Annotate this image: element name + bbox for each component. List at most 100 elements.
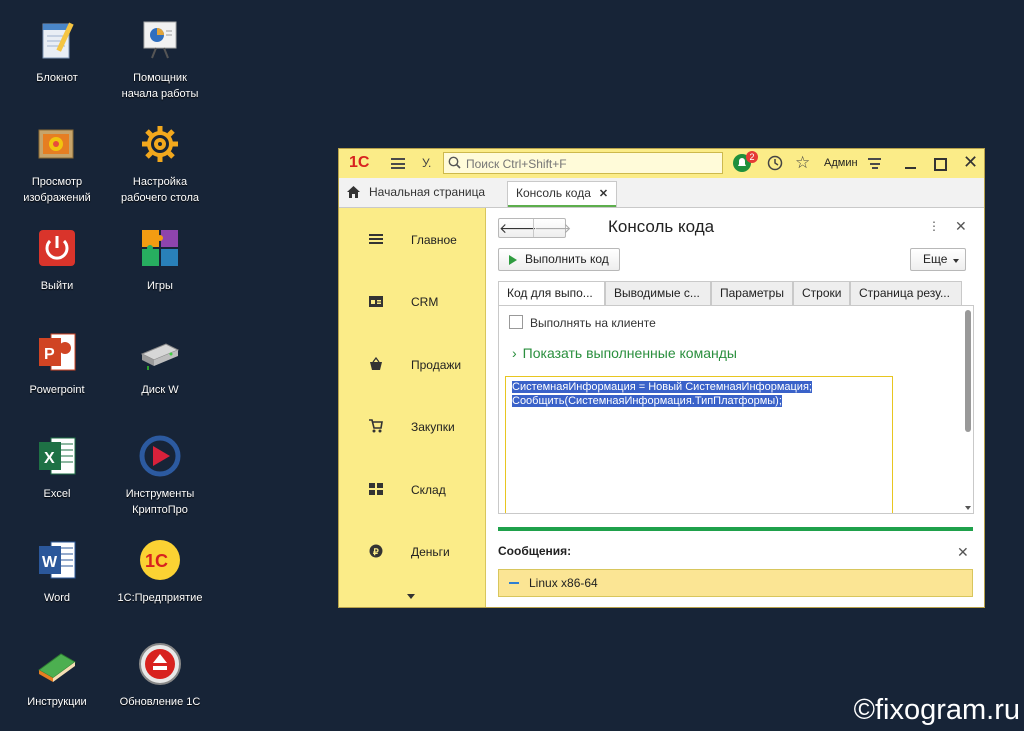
code-line: СистемнаяИнформация = Новый СистемнаяИнф… <box>512 381 812 393</box>
presentation-board-icon <box>136 16 184 64</box>
settings-menu-icon[interactable] <box>868 158 881 172</box>
nav-buttons: 🡐 🡒 <box>498 218 572 238</box>
run-code-button[interactable]: Выполнить код <box>498 248 620 271</box>
more-button[interactable]: Еще <box>910 248 966 271</box>
powerpoint-icon: P <box>33 328 81 376</box>
power-icon <box>33 224 81 272</box>
books-icon <box>33 640 81 688</box>
1c-logo-icon: 1С <box>136 536 184 584</box>
close-messages-icon[interactable]: ✕ <box>957 544 969 561</box>
sidebar-item-money[interactable]: ₽ Деньги <box>339 540 485 564</box>
sidebar-scroll-down-icon[interactable] <box>407 594 415 599</box>
desktop-icon-label: Word <box>43 592 71 604</box>
desktop-icon-logout[interactable]: Выйти <box>2 224 112 294</box>
sidebar-item-purchases[interactable]: Закупки <box>339 415 485 439</box>
code-editor[interactable]: СистемнаяИнформация = Новый СистемнаяИнф… <box>505 376 893 513</box>
form-tab-parameters[interactable]: Параметры <box>711 281 793 305</box>
current-user[interactable]: Админ <box>824 157 858 169</box>
vertical-scrollbar[interactable] <box>965 310 971 510</box>
code-console-form: 🡐 🡒 Консоль кода ⋮ ✕ Выполнить код Еще К… <box>486 208 984 607</box>
list-icon <box>369 232 385 248</box>
tab-home[interactable]: Начальная страница <box>347 185 485 201</box>
form-title: Консоль кода <box>608 217 715 236</box>
sidebar-item-label: Главное <box>411 233 457 247</box>
minimize-button[interactable] <box>905 157 917 170</box>
desktop-icon-excel[interactable]: X Excel <box>2 432 112 502</box>
sections-sidebar: Главное CRM Продажи Закупки Склад ₽ День… <box>339 208 486 607</box>
cryptopro-icon <box>136 432 184 480</box>
desktop-icon-label: Выйти <box>40 280 74 292</box>
update-icon <box>136 640 184 688</box>
sidebar-item-main[interactable]: Главное <box>339 228 485 252</box>
maximize-button[interactable] <box>934 158 947 171</box>
tab-code-console[interactable]: Консоль кода ✕ <box>507 181 618 207</box>
desktop-icon-start-helper[interactable]: Помощник начала работы <box>105 16 215 102</box>
home-icon <box>347 186 360 201</box>
window-titlebar: 1С У. 2 ☆ Админ ✕ <box>339 149 984 179</box>
notifications-badge: 2 <box>746 151 758 163</box>
desktop-icon-label: Обновление 1С <box>119 696 201 708</box>
form-more-menu-icon[interactable]: ⋮ <box>928 219 940 233</box>
favorites-star-icon[interactable]: ☆ <box>795 153 810 173</box>
forward-button[interactable]: 🡒 <box>533 219 572 237</box>
desktop-icon-desktop-settings[interactable]: Настройка рабочего стола <box>105 120 215 206</box>
form-tab-rows[interactable]: Строки <box>793 281 850 305</box>
desktop-icon-label: Игры <box>147 280 173 292</box>
desktop-icon-powerpoint[interactable]: P Powerpoint <box>2 328 112 398</box>
notifications-bell-icon[interactable]: 2 <box>732 151 758 173</box>
infobase-short-label[interactable]: У. <box>422 156 431 170</box>
desktop-icon-instructions[interactable]: Инструкции <box>2 640 112 710</box>
sidebar-item-crm[interactable]: CRM <box>339 290 485 314</box>
desktop-icon-notepad[interactable]: Блокнот <box>2 16 112 86</box>
notepad-icon <box>33 16 81 64</box>
close-tab-icon[interactable]: ✕ <box>599 188 608 200</box>
close-window-button[interactable]: ✕ <box>963 152 978 172</box>
desktop-icon-drive-w[interactable]: Диск W <box>105 328 215 398</box>
form-tab-output[interactable]: Выводимые с... <box>605 281 711 305</box>
run-on-client-checkbox-row[interactable]: Выполнять на клиенте <box>509 315 656 330</box>
desktop-icon-image-viewer[interactable]: Просмотр изображений <box>2 120 112 206</box>
back-button[interactable]: 🡐 <box>499 219 537 237</box>
desktop-icon-label: Помощник начала работы <box>121 72 199 100</box>
image-viewer-icon <box>33 120 81 168</box>
show-commands-link[interactable]: › Показать выполненные команды <box>512 345 737 361</box>
form-tab-code[interactable]: Код для выпо... <box>498 281 605 306</box>
tab-code-console-label: Консоль кода <box>516 186 591 200</box>
search-input[interactable] <box>464 155 718 173</box>
more-button-label: Еще <box>923 252 948 266</box>
sidebar-item-sales[interactable]: Продажи <box>339 353 485 377</box>
desktop-icon-1c-update[interactable]: Обновление 1С <box>105 640 215 710</box>
sidebar-item-label: Закупки <box>411 420 455 434</box>
message-row[interactable]: Linux x86-64 <box>498 569 973 597</box>
messages-title: Сообщения: <box>498 544 572 558</box>
main-menu-icon[interactable] <box>391 158 405 169</box>
desktop-icon-cryptopro[interactable]: Инструменты КриптоПро <box>105 432 215 518</box>
gear-icon <box>136 120 184 168</box>
sidebar-item-warehouse[interactable]: Склад <box>339 478 485 502</box>
search-box[interactable] <box>443 152 723 174</box>
desktop-icon-label: Диск W <box>141 384 179 396</box>
desktop-icon-label: 1С:Предприятие <box>117 592 203 604</box>
splitter-bar[interactable] <box>498 527 973 531</box>
desktop-icon-label: Инструкции <box>27 696 87 708</box>
history-icon[interactable] <box>767 155 783 176</box>
desktop-icon-1c-enterprise[interactable]: 1С 1С:Предприятие <box>105 536 215 606</box>
run-on-client-checkbox[interactable] <box>509 315 523 329</box>
scrollbar-thumb[interactable] <box>965 310 971 432</box>
sidebar-item-label: Деньги <box>411 545 450 559</box>
sidebar-item-label: CRM <box>411 295 439 309</box>
svg-text:₽: ₽ <box>373 547 379 557</box>
chevron-right-icon: › <box>512 345 517 361</box>
desktop-icon-word[interactable]: W Word <box>2 536 112 606</box>
desktop-icon-label: Просмотр изображений <box>23 176 91 204</box>
close-form-icon[interactable]: ✕ <box>955 218 967 235</box>
scroll-down-arrow-icon[interactable] <box>965 506 971 510</box>
run-on-client-label: Выполнять на клиенте <box>530 316 656 330</box>
sidebar-item-label: Склад <box>411 483 446 497</box>
warehouse-icon <box>369 482 385 498</box>
desktop-icon-games[interactable]: Игры <box>105 224 215 294</box>
form-tab-result-page[interactable]: Страница резу... <box>850 281 962 305</box>
message-text: Linux x86-64 <box>529 576 598 590</box>
show-commands-label: Показать выполненные команды <box>522 345 737 361</box>
search-icon <box>448 156 461 174</box>
